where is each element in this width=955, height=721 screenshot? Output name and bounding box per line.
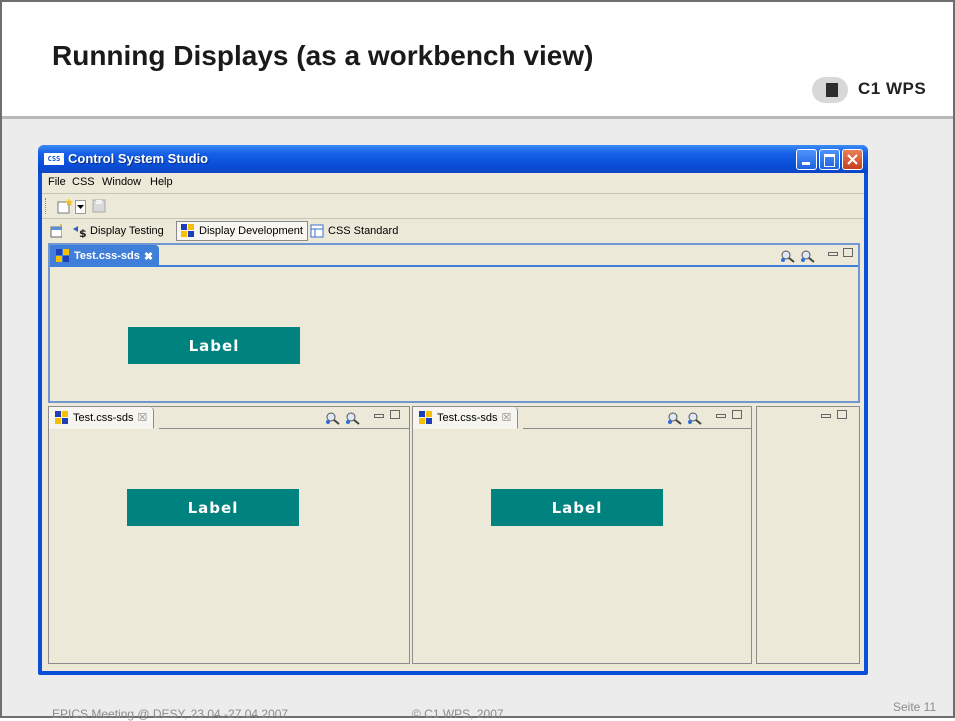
open-perspective-button[interactable] (46, 221, 66, 241)
new-wizard-icon (57, 198, 73, 214)
perspective-icon (50, 224, 62, 238)
empty-view-stack (756, 406, 860, 664)
menu-bar: File CSS Window Help (42, 173, 864, 193)
chevron-down-icon (77, 205, 84, 209)
c1-wps-logo: C1 WPS (812, 75, 942, 105)
display-icon (181, 224, 194, 237)
perspective-css-standard[interactable]: CSS Standard (306, 221, 402, 241)
display-view-bottom-left: Test.css-sds ☒ Label (48, 406, 410, 664)
main-toolbar (42, 194, 864, 218)
minimize-icon[interactable] (716, 414, 726, 418)
close-icon[interactable]: ☒ (502, 411, 512, 424)
display-view-bottom-middle: Test.css-sds ☒ Label (412, 406, 752, 664)
perspective-label: CSS Standard (328, 225, 399, 237)
view-tab-label: Test.css-sds (73, 411, 134, 424)
new-dropdown-button[interactable] (75, 200, 86, 214)
new-wizard-button[interactable] (56, 197, 74, 215)
view-header-line (159, 428, 409, 429)
maximize-icon (824, 154, 835, 167)
zoom-out-icon[interactable] (800, 249, 816, 263)
view-tab-label: Test.css-sds (74, 250, 140, 262)
zoom-out-icon[interactable] (345, 411, 361, 425)
maximize-icon[interactable] (843, 248, 853, 257)
minimize-icon (802, 162, 810, 165)
menu-css[interactable]: CSS (72, 176, 95, 188)
close-icon[interactable]: ☒ (138, 411, 148, 424)
view-header: Test.css-sds ☒ (49, 407, 409, 429)
save-button[interactable] (90, 197, 108, 215)
perspective-label: Display Development (199, 225, 303, 237)
close-icon (847, 154, 858, 165)
logo-text: C1 WPS (858, 79, 927, 98)
minimize-window-button[interactable] (796, 149, 817, 170)
zoom-in-icon[interactable] (780, 249, 796, 263)
display-icon (56, 249, 69, 262)
menu-file[interactable]: File (48, 176, 66, 188)
footer-page-number: Seite 11 (893, 700, 937, 714)
perspective-bar: $ Display Testing Display Development CS… (42, 219, 864, 243)
maximize-icon[interactable] (390, 410, 400, 419)
footer-copyright: © C1 WPS, 2007 (412, 707, 504, 721)
perspective-display-development[interactable]: Display Development (176, 221, 308, 241)
maximize-icon[interactable] (837, 410, 847, 419)
window-title: Control System Studio (68, 151, 209, 166)
display-testing-icon: $ (73, 226, 86, 238)
menu-help[interactable]: Help (150, 176, 173, 188)
zoom-out-icon[interactable] (687, 411, 703, 425)
label-widget[interactable]: Label (127, 489, 299, 526)
label-widget[interactable]: Label (128, 327, 300, 364)
toolbar-grip[interactable] (45, 198, 48, 214)
zoom-in-icon[interactable] (667, 411, 683, 425)
maximize-window-button[interactable] (819, 149, 840, 170)
svg-text:$: $ (79, 227, 86, 238)
perspective-display-testing[interactable]: $ Display Testing (68, 221, 168, 241)
label-widget[interactable]: Label (491, 489, 663, 526)
header-divider (2, 116, 953, 119)
window-client-area: File CSS Window Help $ Display Testing D… (42, 173, 864, 671)
menu-window[interactable]: Window (102, 176, 141, 188)
maximize-icon[interactable] (732, 410, 742, 419)
minimize-icon[interactable] (821, 414, 831, 418)
view-tab-test-sds[interactable]: Test.css-sds ☒ (413, 407, 519, 429)
view-tab-label: Test.css-sds (437, 411, 498, 424)
app-window: CSS Control System Studio File CSS Windo… (38, 145, 868, 675)
view-tab-test-sds[interactable]: Test.css-sds ☒ (49, 407, 155, 429)
css-standard-icon (310, 224, 324, 238)
view-header: Test.css-sds ✖ (50, 245, 858, 267)
app-css-icon: CSS (44, 153, 64, 165)
slide-title: Running Displays (as a workbench view) (52, 40, 594, 71)
close-icon[interactable]: ✖ (144, 250, 153, 263)
view-header-line (523, 428, 751, 429)
perspective-label: Display Testing (90, 225, 164, 237)
display-view-top: Test.css-sds ✖ Label (48, 243, 860, 403)
logo-mark (826, 83, 838, 97)
display-icon (55, 410, 68, 424)
display-icon (419, 410, 432, 424)
zoom-in-icon[interactable] (325, 411, 341, 425)
minimize-icon[interactable] (828, 252, 838, 256)
minimize-icon[interactable] (374, 414, 384, 418)
save-icon (92, 199, 106, 213)
footer-event: EPICS Meeting @ DESY, 23.04.-27.04.2007 (52, 707, 289, 721)
close-window-button[interactable] (842, 149, 863, 170)
window-title-bar[interactable]: CSS Control System Studio (38, 145, 868, 173)
view-header: Test.css-sds ☒ (413, 407, 751, 429)
view-tab-test-sds[interactable]: Test.css-sds ✖ (50, 245, 160, 267)
active-view-underline (50, 265, 858, 267)
